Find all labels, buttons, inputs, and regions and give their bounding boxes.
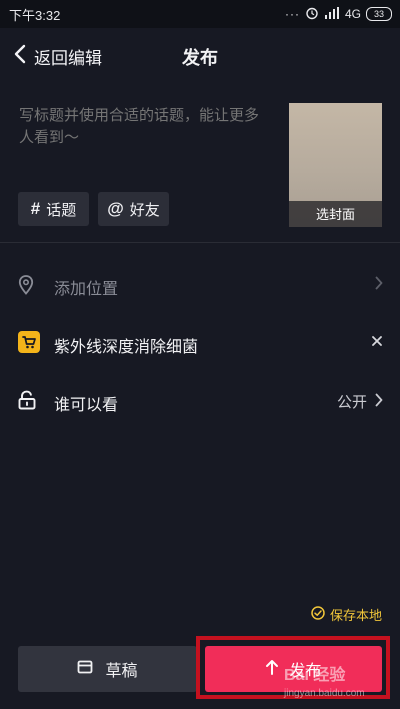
annotation-highlight-frame [196, 636, 390, 699]
cover-picker[interactable]: 选封面 [289, 103, 382, 227]
network-label: 4G [344, 7, 361, 21]
add-location-row[interactable]: 添加位置 [0, 256, 400, 312]
section-divider [0, 242, 400, 243]
hash-icon: # [30, 199, 41, 218]
privacy-row[interactable]: 谁可以看 公开 [0, 372, 400, 428]
privacy-value-group: 公开 [337, 391, 383, 412]
remove-product-button[interactable] [371, 334, 383, 351]
draft-box-icon [77, 660, 93, 679]
check-circle-icon [311, 606, 325, 623]
signal-icon [324, 6, 340, 22]
alarm-icon [305, 6, 319, 23]
page-title: 发布 [182, 48, 218, 68]
privacy-value: 公开 [336, 394, 367, 411]
location-pin-icon [18, 275, 34, 300]
at-icon: @ [107, 199, 124, 218]
draft-button[interactable]: 草稿 [18, 646, 197, 692]
cover-label: 选封面 [315, 207, 355, 222]
status-time: 下午3:32 [9, 8, 61, 23]
add-location-label: 添加位置 [54, 281, 119, 298]
save-local-toggle[interactable]: 保存本地 [311, 605, 382, 624]
product-label: 紫外线深度消除细菌 [54, 339, 199, 356]
close-icon [371, 334, 383, 351]
topic-button[interactable]: # 话题 [18, 192, 89, 226]
chevron-right-icon [375, 276, 383, 290]
draft-label: 草稿 [105, 663, 138, 680]
more-dots-icon: ··· [284, 7, 300, 21]
battery-level: 33 [373, 9, 384, 19]
save-local-label: 保存本地 [329, 608, 382, 623]
status-icons: ··· 4G 33 [285, 5, 392, 23]
privacy-label: 谁可以看 [54, 397, 119, 414]
unlock-icon [18, 390, 36, 415]
description-input[interactable] [19, 104, 271, 148]
chevron-right-icon [375, 393, 383, 411]
product-row[interactable]: 紫外线深度消除细菌 [0, 314, 400, 370]
friend-button[interactable]: @ 好友 [98, 192, 169, 226]
cart-icon [18, 331, 40, 358]
battery-icon: 33 [366, 7, 392, 21]
friend-label: 好友 [129, 201, 160, 219]
topic-label: 话题 [46, 201, 77, 219]
